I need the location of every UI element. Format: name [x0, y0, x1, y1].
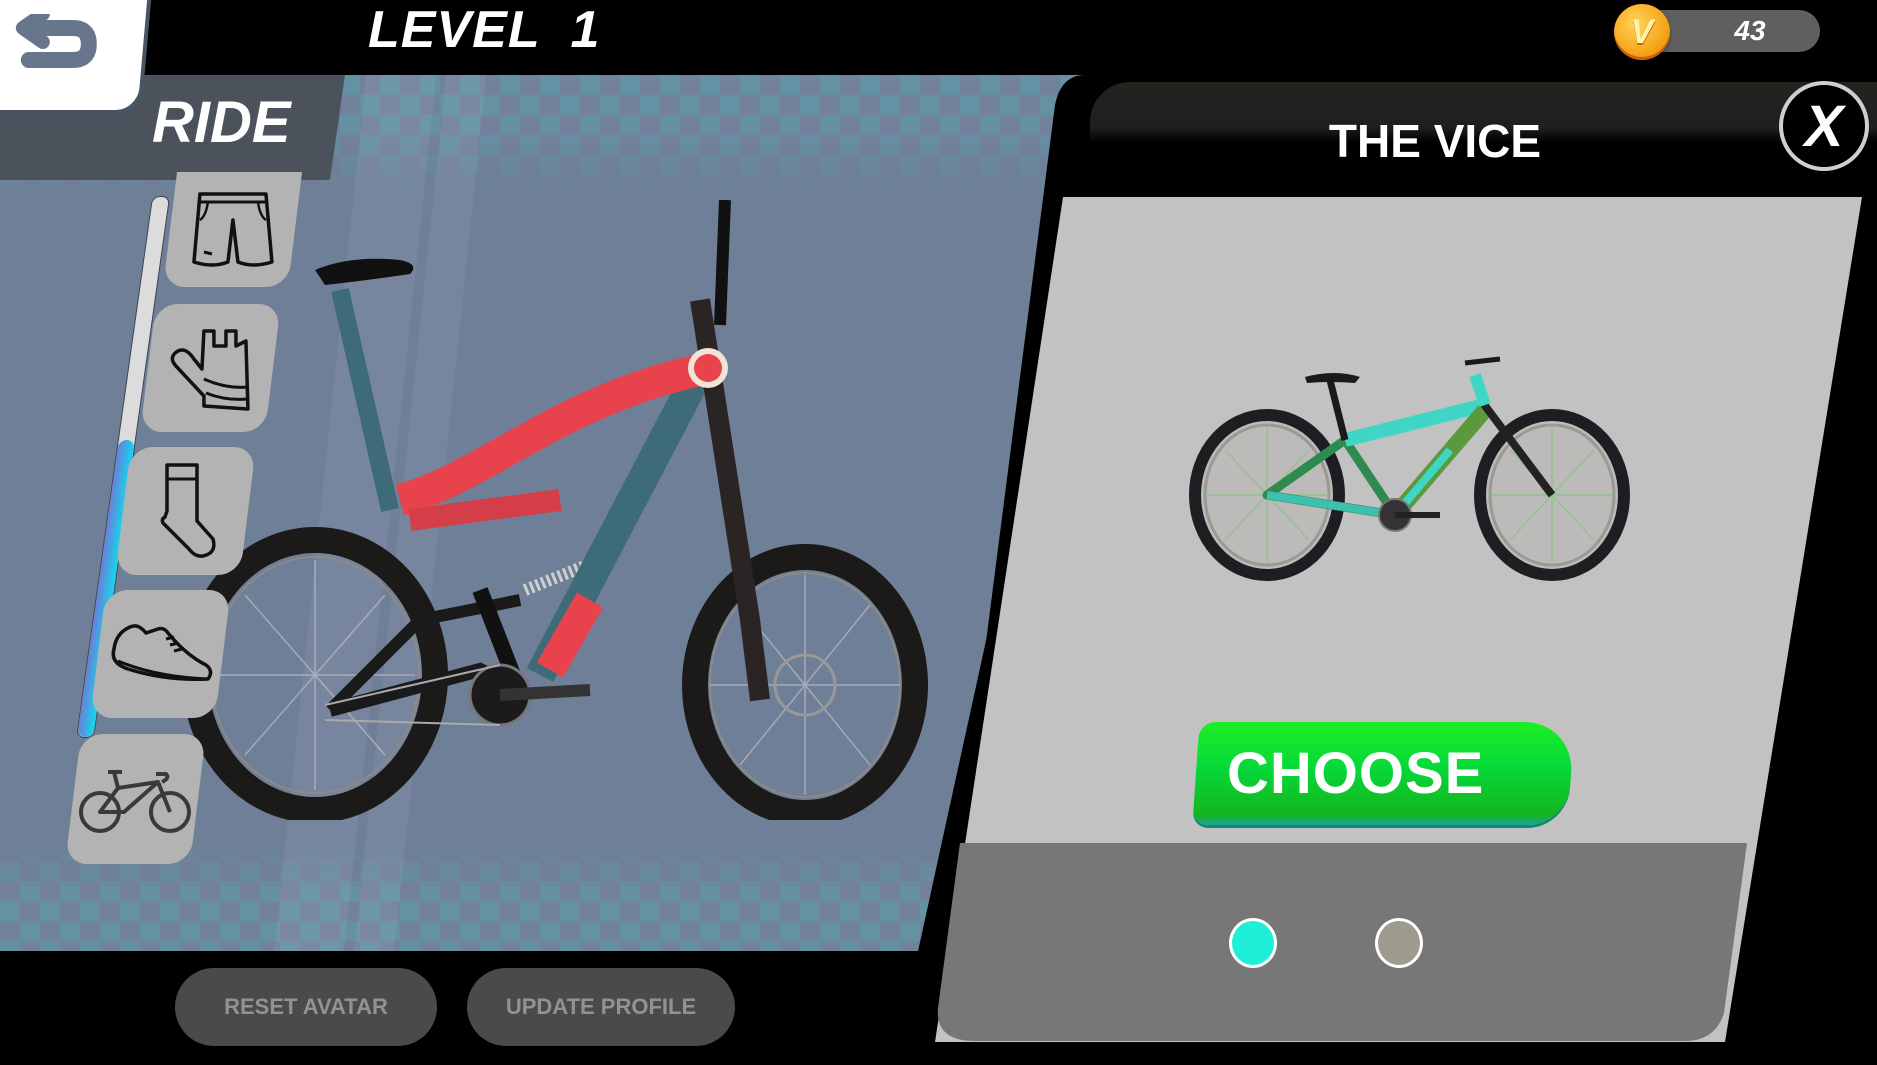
category-shoes[interactable]	[90, 590, 231, 718]
category-socks[interactable]	[115, 447, 256, 575]
glove-icon	[170, 328, 250, 411]
bicycle-icon	[79, 770, 191, 833]
choose-button[interactable]: CHOOSE	[1192, 722, 1575, 825]
category-gloves[interactable]	[140, 304, 281, 432]
v-coin-icon: V	[1614, 4, 1670, 60]
category-bike[interactable]	[65, 734, 206, 864]
color-swatch-taupe[interactable]	[1375, 918, 1423, 968]
update-profile-button[interactable]: UPDATE PROFILE	[467, 968, 735, 1046]
back-button[interactable]	[0, 0, 149, 110]
shorts-icon	[191, 191, 274, 267]
rear-wheel	[182, 527, 448, 820]
level-title: LEVEL 1	[368, 1, 601, 59]
front-wheel	[682, 544, 928, 820]
preview-bike-image	[182, 200, 928, 820]
item-bike-image	[1189, 356, 1630, 581]
color-swatch-teal[interactable]	[1229, 918, 1277, 968]
detail-panel-title: THE VICE	[1328, 115, 1542, 167]
choose-button-label: CHOOSE	[1227, 741, 1485, 806]
shoe-icon	[111, 624, 212, 682]
category-shorts[interactable]	[162, 172, 303, 287]
close-button[interactable]: X	[1779, 81, 1869, 171]
sock-icon	[160, 463, 216, 558]
ride-tab-label: RIDE	[152, 90, 291, 155]
undo-arrow-icon	[15, 14, 97, 68]
reset-avatar-button[interactable]: RESET AVATAR	[175, 968, 437, 1046]
currency-amount: 43	[1734, 15, 1766, 46]
